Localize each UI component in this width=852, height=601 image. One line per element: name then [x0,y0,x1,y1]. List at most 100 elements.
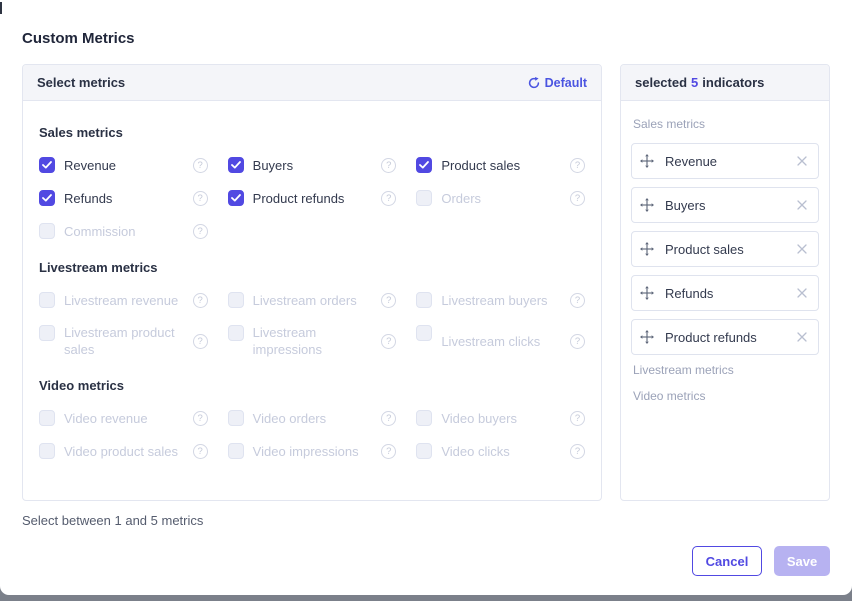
check-icon [231,194,241,202]
help-icon[interactable]: ? [570,293,585,308]
select-metrics-header-label: Select metrics [37,75,125,90]
metric-checkbox[interactable] [39,223,55,239]
metric-label: Product refunds [253,190,373,207]
selection-hint: Select between 1 and 5 metrics [22,513,203,528]
selected-metric-card[interactable]: Product sales [631,231,819,267]
selected-metric-card[interactable]: Refunds [631,275,819,311]
metric-option[interactable]: Revenue ? [39,156,208,174]
help-icon[interactable]: ? [193,224,208,239]
drag-handle-icon[interactable] [640,286,654,300]
metric-checkbox[interactable] [416,292,432,308]
remove-metric-icon[interactable] [796,155,808,167]
selected-metric-card[interactable]: Buyers [631,187,819,223]
cancel-button[interactable]: Cancel [692,546,762,576]
help-icon[interactable]: ? [193,444,208,459]
metric-option[interactable]: Livestream impressions ? [228,324,397,358]
metric-checkbox[interactable] [416,190,432,206]
metric-checkbox[interactable] [416,325,432,341]
metric-checkbox[interactable] [416,157,432,173]
metric-option[interactable]: Video clicks ? [416,442,585,460]
metric-label: Livestream impressions [253,324,373,358]
metric-option[interactable]: Video product sales ? [39,442,208,460]
help-icon[interactable]: ? [570,334,585,349]
metric-option[interactable]: Livestream buyers ? [416,291,585,309]
metric-label: Livestream revenue [64,292,184,309]
help-icon[interactable]: ? [381,444,396,459]
selected-indicators-list: Sales metrics Revenue [621,101,829,403]
remove-metric-icon[interactable] [796,199,808,211]
indicator-group-label: Livestream metrics [633,363,817,377]
metric-option[interactable]: Livestream orders ? [228,291,397,309]
refresh-icon [528,77,540,89]
drag-handle-icon[interactable] [640,242,654,256]
help-icon[interactable]: ? [193,334,208,349]
metric-option[interactable]: Video revenue ? [39,409,208,427]
metric-option[interactable]: Video impressions ? [228,442,397,460]
metric-label: Buyers [253,157,373,174]
metric-checkbox[interactable] [39,325,55,341]
metric-checkbox[interactable] [228,410,244,426]
metric-option[interactable]: Product refunds ? [228,189,397,207]
metric-checkbox[interactable] [228,443,244,459]
drag-handle-icon[interactable] [640,154,654,168]
metric-checkbox[interactable] [228,325,244,341]
metric-grid: Video revenue ? Video orders ? Video buy… [39,409,585,460]
indicator-group-label: Sales metrics [633,117,817,131]
metric-option[interactable]: Livestream product sales ? [39,324,208,358]
metric-option[interactable]: Refunds ? [39,189,208,207]
check-icon [42,194,52,202]
indicator-group-label: Video metrics [633,389,817,403]
metric-option[interactable]: Orders ? [416,189,585,207]
metric-checkbox[interactable] [39,157,55,173]
metric-section-title: Livestream metrics [39,260,585,275]
metric-checkbox[interactable] [39,443,55,459]
help-icon[interactable]: ? [570,158,585,173]
help-icon[interactable]: ? [570,191,585,206]
help-icon[interactable]: ? [193,293,208,308]
help-icon[interactable]: ? [381,334,396,349]
help-icon[interactable]: ? [381,411,396,426]
metric-label: Livestream buyers [441,292,561,309]
remove-metric-icon[interactable] [796,331,808,343]
metric-label: Livestream orders [253,292,373,309]
reset-default-button[interactable]: Default [528,76,587,90]
metric-option[interactable]: Product sales ? [416,156,585,174]
metric-option[interactable]: Video buyers ? [416,409,585,427]
metric-option[interactable]: Buyers ? [228,156,397,174]
metric-checkbox[interactable] [416,410,432,426]
check-icon [231,161,241,169]
metric-option[interactable]: Livestream revenue ? [39,291,208,309]
metric-checkbox[interactable] [39,190,55,206]
help-icon[interactable]: ? [381,158,396,173]
metric-label: Livestream clicks [441,333,561,350]
drag-handle-icon[interactable] [640,330,654,344]
selected-metric-card[interactable]: Revenue [631,143,819,179]
remove-metric-icon[interactable] [796,287,808,299]
metric-option[interactable]: Commission ? [39,222,208,240]
metric-option[interactable]: Video orders ? [228,409,397,427]
metric-option[interactable]: Livestream clicks ? [416,324,585,358]
selected-metric-card[interactable]: Product refunds [631,319,819,355]
metric-checkbox[interactable] [39,410,55,426]
help-icon[interactable]: ? [193,191,208,206]
remove-metric-icon[interactable] [796,243,808,255]
help-icon[interactable]: ? [381,191,396,206]
metric-checkbox[interactable] [228,157,244,173]
metric-checkbox[interactable] [228,190,244,206]
metric-checkbox[interactable] [228,292,244,308]
save-button[interactable]: Save [774,546,830,576]
help-icon[interactable]: ? [570,444,585,459]
dialog-actions: Cancel Save [692,546,830,576]
help-icon[interactable]: ? [193,411,208,426]
metric-checkbox[interactable] [416,443,432,459]
help-icon[interactable]: ? [570,411,585,426]
help-icon[interactable]: ? [381,293,396,308]
selected-indicators-panel: selected 5 indicators Sales metrics Reve… [620,64,830,501]
help-icon[interactable]: ? [193,158,208,173]
metric-label: Orders [441,190,561,207]
drag-handle-icon[interactable] [640,198,654,212]
metric-checkbox[interactable] [39,292,55,308]
selected-metric-label: Revenue [665,154,785,169]
page-edge-artifact [0,2,2,14]
select-metrics-header: Select metrics Default [23,65,601,101]
